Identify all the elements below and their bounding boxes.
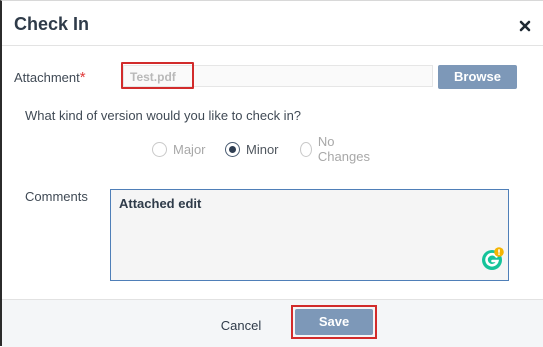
close-icon — [519, 20, 531, 32]
dialog-title: Check In — [14, 14, 90, 34]
check-in-dialog: Check In Attachment* Test.pdf Browse Wha… — [0, 0, 543, 347]
attachment-highlight-box — [121, 62, 194, 89]
required-indicator: * — [79, 69, 86, 86]
radio-minor[interactable]: Minor — [225, 140, 279, 158]
cancel-button[interactable]: Cancel — [207, 314, 275, 338]
version-question: What kind of version would you like to c… — [25, 108, 302, 123]
close-button[interactable] — [517, 18, 533, 34]
radio-no-changes-label: No Changes — [317, 134, 370, 164]
attachment-label: Attachment* — [14, 69, 86, 86]
radio-no-changes[interactable]: No Changes — [300, 134, 373, 164]
dialog-footer: Cancel Save — [2, 299, 543, 347]
radio-no-changes-circle — [300, 141, 312, 157]
save-button[interactable]: Save — [295, 309, 373, 335]
comments-label: Comments — [25, 189, 88, 204]
comments-textarea[interactable]: Attached edit — [110, 189, 509, 281]
dialog-header: Check In — [2, 1, 543, 46]
radio-major-label: Major — [173, 141, 206, 157]
attachment-label-text: Attachment — [14, 70, 80, 85]
radio-minor-label: Minor — [246, 141, 279, 157]
radio-major-circle — [152, 141, 167, 157]
radio-major[interactable]: Major — [152, 140, 206, 158]
grammarly-icon[interactable] — [481, 247, 505, 271]
grammarly-logo-icon — [482, 247, 504, 270]
radio-minor-circle — [225, 141, 240, 157]
browse-button[interactable]: Browse — [438, 65, 517, 89]
comments-value: Attached edit — [119, 196, 202, 211]
